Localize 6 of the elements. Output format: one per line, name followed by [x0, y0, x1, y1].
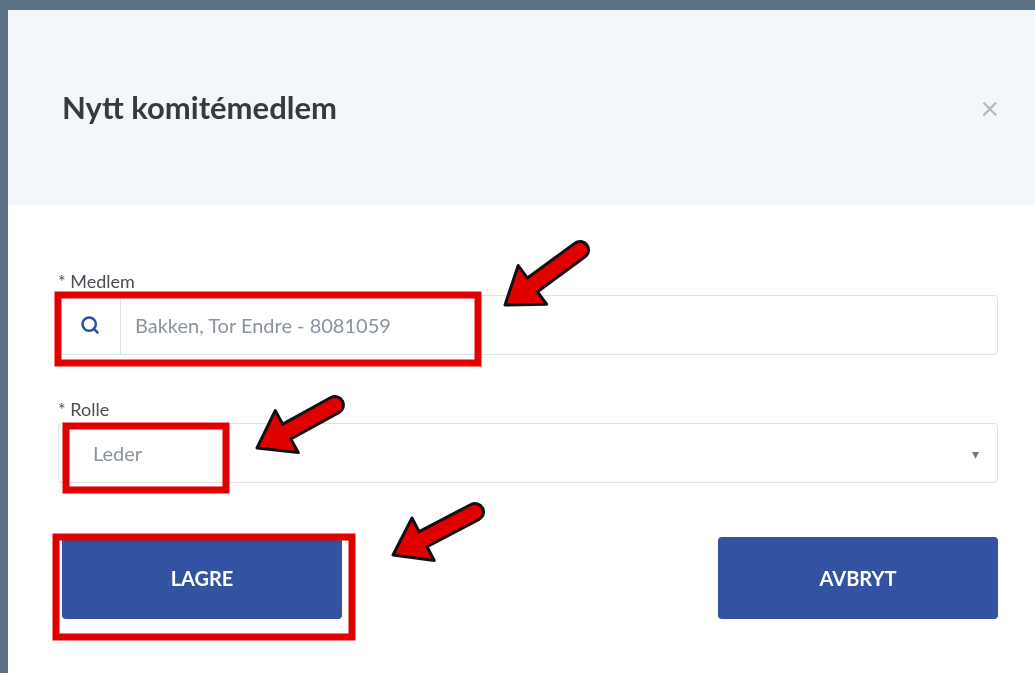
search-icon	[79, 315, 100, 335]
field-value: Bakken, Tor Endre - 8081059	[135, 312, 391, 339]
field-label: * Medlem	[58, 269, 136, 293]
dialog-title: Nytt komitémedlem	[62, 87, 337, 129]
field-label: * Rolle	[58, 397, 111, 421]
dialog-button[interactable]: AVBRYT	[718, 537, 998, 619]
